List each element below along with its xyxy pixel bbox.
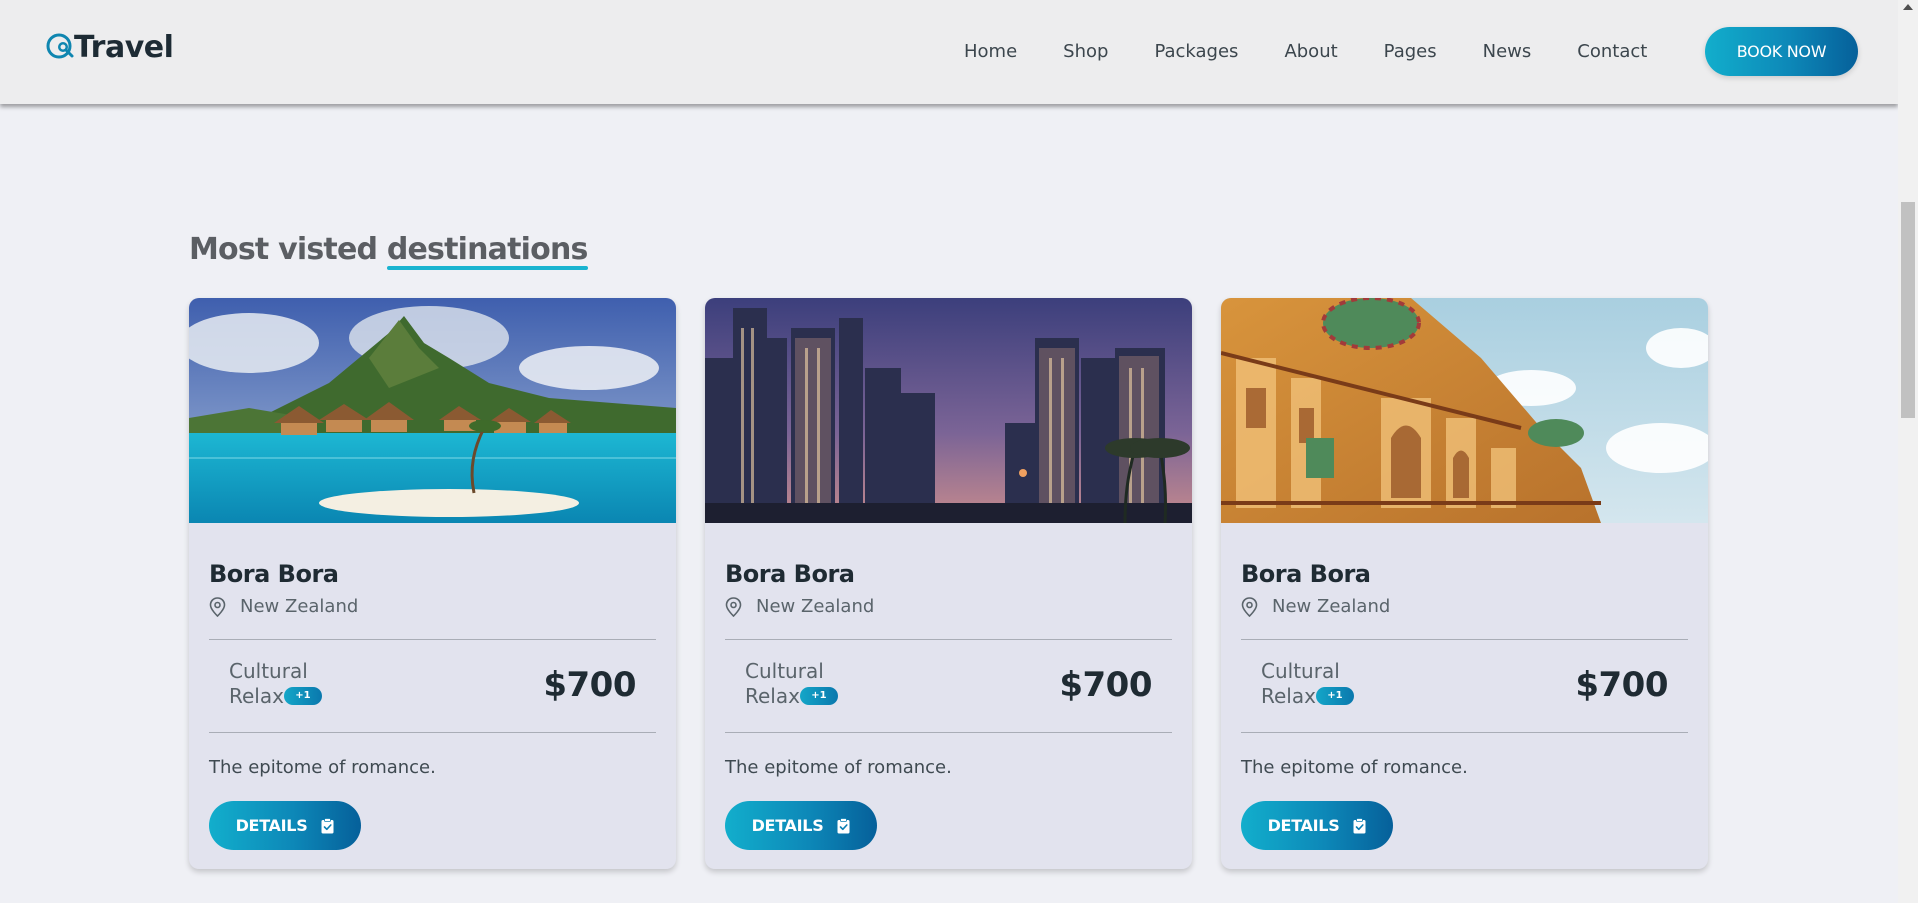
clipboard-check-icon [321,817,334,833]
card-location-text: New Zealand [756,596,875,617]
destination-image-palace[interactable] [1221,298,1708,523]
clipboard-check-icon [837,817,850,833]
globe-search-icon [46,33,74,58]
destination-image-city[interactable] [705,298,1192,523]
tag-cultural: Cultural [745,659,824,683]
card-divider [725,732,1172,733]
details-button-label: DETAILS [235,816,308,835]
book-now-button[interactable]: BOOK NOW [1705,27,1858,76]
main-nav: Home Shop Packages About Pages News Cont… [964,39,1693,65]
scroll-up-arrow-icon[interactable] [1903,4,1913,10]
card-price: $700 [543,665,636,705]
section-title-highlight: destinations [386,232,588,270]
card-location-text: New Zealand [240,596,359,617]
card-divider [725,639,1172,640]
logo[interactable]: Travel [46,30,174,65]
scrollbar-thumb[interactable] [1901,202,1915,418]
nav-about[interactable]: About [1284,39,1337,65]
details-button[interactable]: DETAILS [1241,801,1393,850]
card-title[interactable]: Bora Bora [1241,560,1371,588]
tag-more-badge[interactable]: +1 [283,686,322,705]
nav-home[interactable]: Home [964,39,1017,65]
section-title: Most visted destinations [189,232,588,270]
logo-text: Travel [74,30,174,65]
details-button[interactable]: DETAILS [725,801,877,850]
clipboard-check-icon [1353,817,1366,833]
destination-card: Bora Bora New Zealand Cultural Relax +1 $… [189,298,676,869]
map-pin-icon [1241,596,1258,617]
card-divider [209,732,656,733]
section-title-prefix: Most visted [189,232,387,267]
nav-packages[interactable]: Packages [1154,39,1238,65]
details-button-label: DETAILS [1267,816,1340,835]
card-divider [1241,732,1688,733]
card-divider [209,639,656,640]
tag-relax: Relax [745,684,800,708]
nav-news[interactable]: News [1483,39,1532,65]
card-title[interactable]: Bora Bora [209,560,339,588]
details-button-label: DETAILS [751,816,824,835]
card-location: New Zealand [725,596,874,617]
tag-relax: Relax [229,684,284,708]
destination-image-island[interactable] [189,298,676,523]
card-description: The epitome of romance. [725,757,952,778]
card-location: New Zealand [209,596,358,617]
card-divider [1241,639,1688,640]
card-price: $700 [1059,665,1152,705]
card-location-text: New Zealand [1272,596,1391,617]
card-description: The epitome of romance. [1241,757,1468,778]
tag-relax: Relax [1261,684,1316,708]
card-tags: Cultural Relax +1 [745,659,838,709]
tag-cultural: Cultural [229,659,308,683]
card-location: New Zealand [1241,596,1390,617]
tag-more-badge[interactable]: +1 [1315,686,1354,705]
card-tags: Cultural Relax +1 [1261,659,1354,709]
map-pin-icon [209,596,226,617]
details-button[interactable]: DETAILS [209,801,361,850]
site-header: Travel Home Shop Packages About Pages Ne… [0,0,1898,104]
card-description: The epitome of romance. [209,757,436,778]
destination-card: Bora Bora New Zealand Cultural Relax +1 $… [705,298,1192,869]
nav-pages[interactable]: Pages [1384,39,1437,65]
nav-contact[interactable]: Contact [1577,39,1647,65]
tag-more-badge[interactable]: +1 [799,686,838,705]
tag-cultural: Cultural [1261,659,1340,683]
destination-card: Bora Bora New Zealand Cultural Relax +1 $… [1221,298,1708,869]
map-pin-icon [725,596,742,617]
card-tags: Cultural Relax +1 [229,659,322,709]
card-price: $700 [1575,665,1668,705]
card-title[interactable]: Bora Bora [725,560,855,588]
nav-shop[interactable]: Shop [1063,39,1108,65]
page-scrollbar[interactable] [1898,0,1918,903]
